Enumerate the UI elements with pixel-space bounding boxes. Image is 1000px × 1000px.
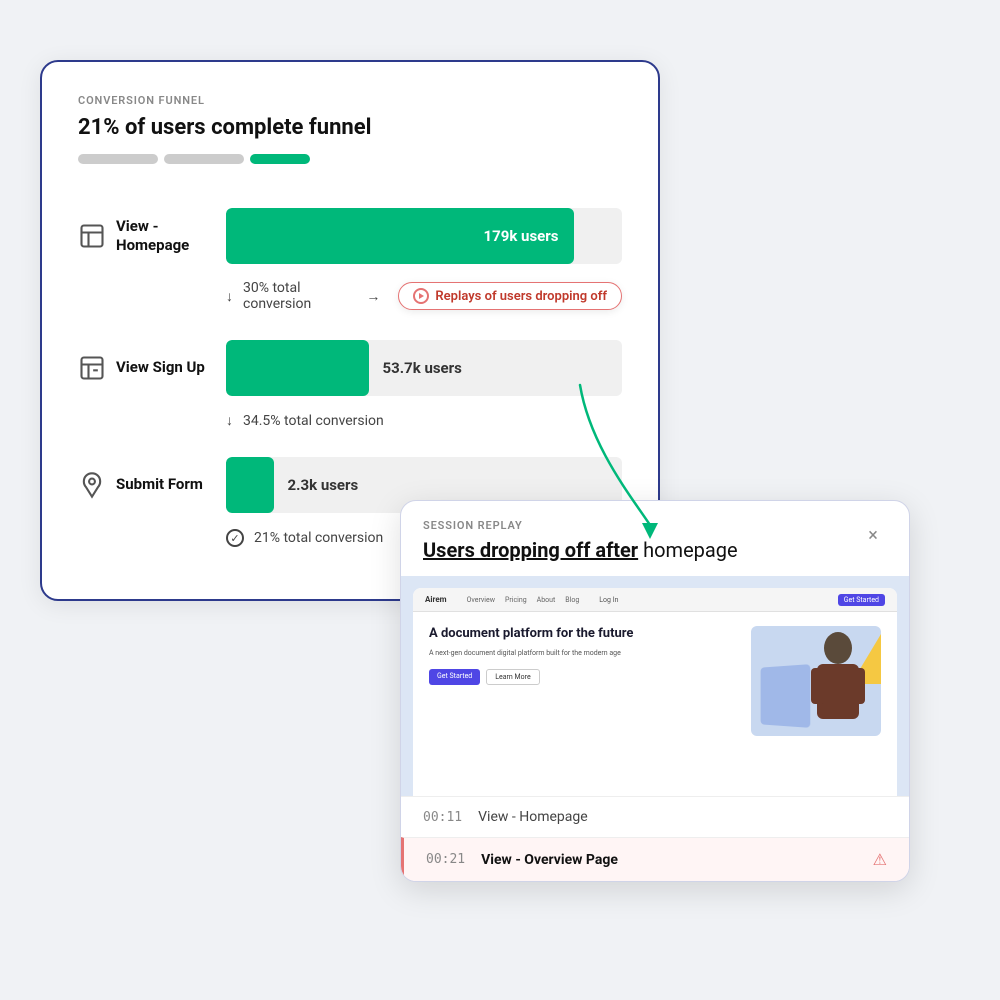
nav-link-2: Pricing (505, 596, 527, 604)
replay-badge[interactable]: Replays of users dropping off (398, 282, 622, 310)
person-silhouette (803, 630, 873, 730)
step-signup-text: View Sign Up (116, 358, 205, 378)
bar-fill-signup (226, 340, 369, 396)
funnel-title: 21% of users complete funnel (78, 115, 622, 140)
mini-get-started: Get Started (429, 669, 480, 685)
progress-seg-2 (164, 154, 244, 164)
funnel-step-homepage: View -Homepage 179k users (78, 192, 622, 272)
conversion-text-3: 21% total conversion (254, 530, 383, 546)
step-submit-text: Submit Form (116, 475, 203, 495)
nav-link-3: About (537, 596, 556, 604)
mini-hero-title: A document platform for the future (429, 626, 741, 643)
mini-learn-more: Learn More (486, 669, 539, 685)
step-homepage-label: View -Homepage (78, 217, 208, 256)
replay-play-icon (413, 288, 429, 304)
bar-submit-users: 2.3k users (288, 476, 359, 494)
session-header: SESSION REPLAY Users dropping off after … (401, 501, 909, 576)
nav-link-4: Blog (565, 596, 579, 604)
replay-badge-text: Replays of users dropping off (435, 289, 607, 304)
timeline-row-2[interactable]: 00:21 View - Overview Page ⚠ (401, 837, 909, 881)
timeline-time-1: 00:11 (423, 810, 462, 825)
bar-fill-submit (226, 457, 274, 513)
mini-login: Log In (599, 596, 618, 604)
mini-cta: Get Started (838, 594, 885, 606)
warning-icon: ⚠ (873, 850, 887, 869)
bar-homepage: 179k users (226, 208, 622, 264)
timeline-area: 00:11 View - Homepage 00:21 View - Overv… (401, 796, 909, 881)
session-title: Users dropping off after homepage (423, 538, 738, 562)
down-arrow-1: ↓ (226, 288, 233, 305)
conversion-text-1: 30% total conversion (243, 280, 338, 312)
session-replay-card: SESSION REPLAY Users dropping off after … (400, 500, 910, 882)
mini-hero-image (751, 626, 881, 736)
conversion-text-2: 34.5% total conversion (243, 413, 384, 429)
funnel-label: CONVERSION FUNNEL (78, 94, 622, 107)
funnel-step-signup: View Sign Up 53.7k users (78, 324, 622, 404)
mini-nav: Airem Overview Pricing About Blog Log In… (413, 588, 897, 612)
timeline-event-1: View - Homepage (478, 809, 887, 825)
check-icon: ✓ (226, 529, 244, 547)
close-button[interactable]: × (859, 521, 887, 549)
session-label: SESSION REPLAY (423, 519, 738, 532)
nav-link-1: Overview (467, 596, 495, 604)
bar-fill-homepage: 179k users (226, 208, 574, 264)
down-arrow-2: ↓ (226, 412, 233, 429)
bar-signup: 53.7k users (226, 340, 622, 396)
session-preview: Airem Overview Pricing About Blog Log In… (401, 576, 909, 796)
mini-hero-btns: Get Started Learn More (429, 669, 741, 685)
right-arrow-1: → (366, 288, 380, 305)
bar-signup-users: 53.7k users (383, 359, 462, 377)
progress-bar (78, 154, 622, 164)
bar-homepage-users: 179k users (484, 227, 559, 245)
conversion-info-1: ↓ 30% total conversion → Replays of user… (226, 272, 622, 324)
step-homepage-text: View -Homepage (116, 217, 189, 256)
scene: CONVERSION FUNNEL 21% of users complete … (40, 60, 960, 940)
mini-content: A document platform for the future A nex… (413, 612, 897, 750)
step-submit-label: Submit Form (78, 471, 208, 499)
step-signup-label: View Sign Up (78, 354, 208, 382)
form-icon (78, 471, 106, 499)
timeline-event-2: View - Overview Page (481, 852, 857, 868)
timeline-row-1: 00:11 View - Homepage (401, 796, 909, 837)
progress-seg-1 (78, 154, 158, 164)
session-title-bold: Users dropping off after (423, 538, 638, 562)
mini-brand: Airem (425, 595, 447, 604)
conversion-info-2: ↓ 34.5% total conversion (226, 404, 622, 441)
timeline-time-2: 00:21 (426, 852, 465, 867)
mini-hero-sub: A next-gen document digital platform bui… (429, 649, 741, 659)
mini-browser: Airem Overview Pricing About Blog Log In… (413, 588, 897, 796)
session-header-content: SESSION REPLAY Users dropping off after … (423, 519, 738, 562)
signup-icon (78, 354, 106, 382)
progress-seg-3 (250, 154, 310, 164)
mini-nav-links: Overview Pricing About Blog (467, 596, 580, 604)
page-icon (78, 222, 106, 250)
mini-hero-text: A document platform for the future A nex… (429, 626, 741, 736)
session-title-rest: homepage (638, 538, 737, 562)
